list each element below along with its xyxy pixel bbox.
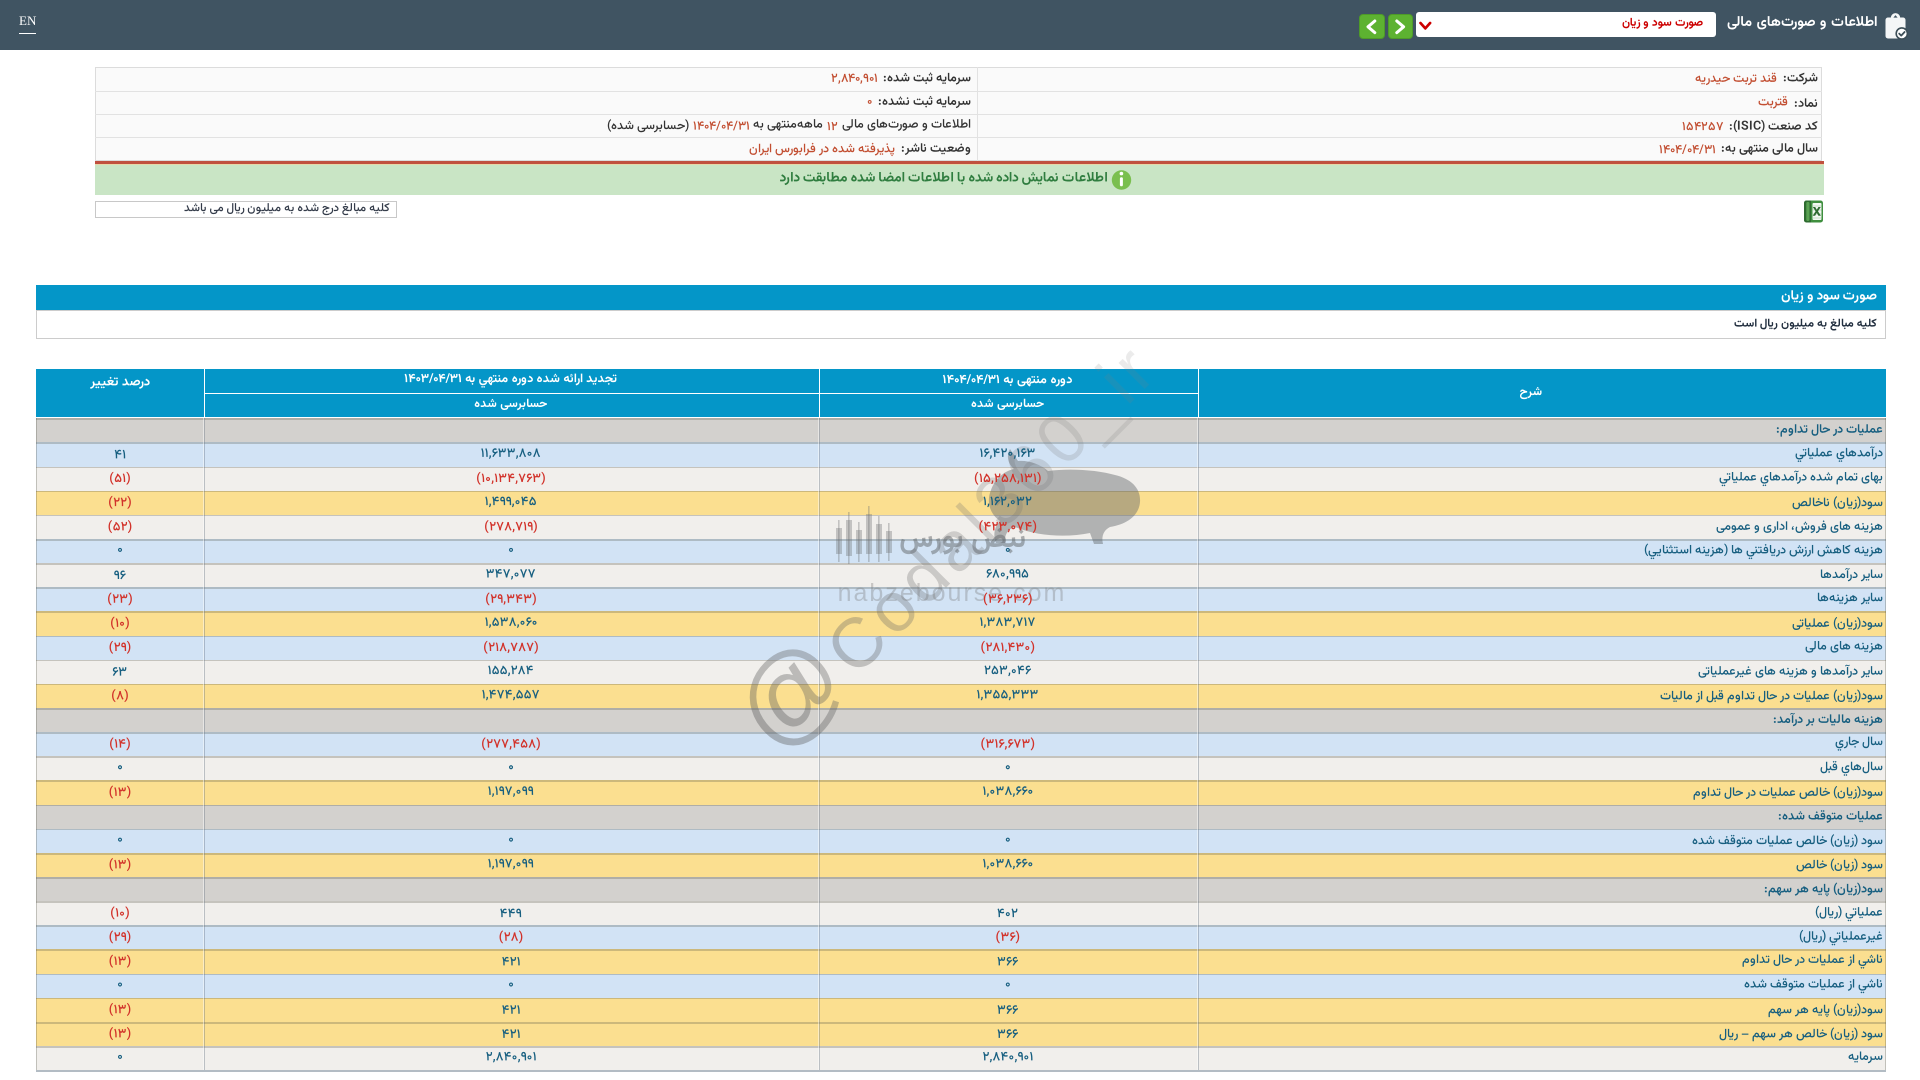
svg-text:nabzebourse.com: nabzebourse.com — [838, 579, 1067, 607]
